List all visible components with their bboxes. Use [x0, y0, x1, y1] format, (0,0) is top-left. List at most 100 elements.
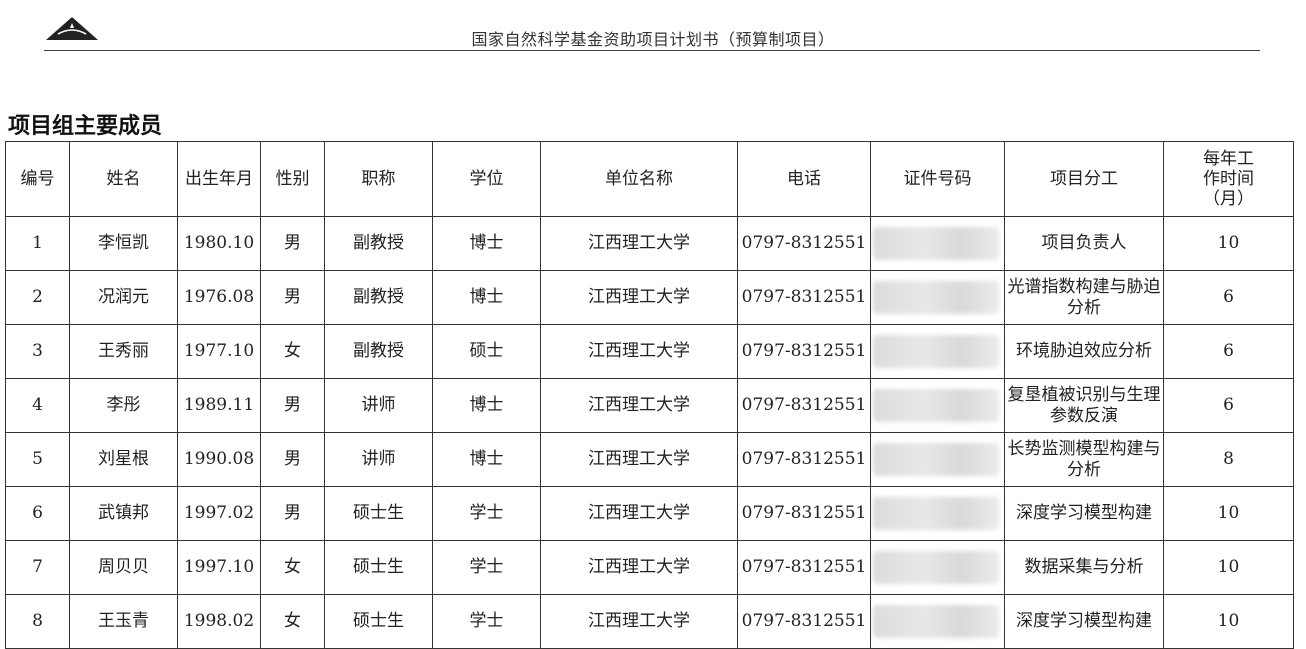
- cell-title: 讲师: [324, 378, 433, 433]
- cell-no: 4: [5, 378, 70, 433]
- header-name: 姓名: [69, 141, 178, 217]
- table-row: 6 武镇邦 1997.02 男 硕士生 学士 江西理工大学 0797-83125…: [5, 486, 1294, 541]
- cell-no: 8: [5, 594, 70, 649]
- cell-phone: 0797-8312551: [737, 270, 871, 325]
- cell-gender: 女: [260, 540, 325, 595]
- cell-unit: 江西理工大学: [540, 594, 738, 649]
- cell-id-redacted: [870, 270, 1005, 325]
- cell-no: 6: [5, 486, 70, 541]
- cell-unit: 江西理工大学: [540, 432, 738, 487]
- cell-no: 2: [5, 270, 70, 325]
- header-duty: 项目分工: [1004, 141, 1164, 217]
- cell-birth: 1980.10: [177, 216, 261, 271]
- table-row: 8 王玉青 1998.02 女 硕士生 学士 江西理工大学 0797-83125…: [5, 594, 1294, 649]
- cell-gender: 男: [260, 216, 325, 271]
- cell-unit: 江西理工大学: [540, 216, 738, 271]
- cell-title: 硕士生: [324, 540, 433, 595]
- cell-phone: 0797-8312551: [737, 378, 871, 433]
- cell-phone: 0797-8312551: [737, 324, 871, 379]
- cell-title: 副教授: [324, 270, 433, 325]
- header-birth: 出生年月: [177, 141, 261, 217]
- cell-duty: 复垦植被识别与生理参数反演: [1004, 378, 1164, 433]
- cell-duty: 数据采集与分析: [1004, 540, 1164, 595]
- cell-unit: 江西理工大学: [540, 486, 738, 541]
- cell-id-redacted: [870, 486, 1005, 541]
- table-row: 7 周贝贝 1997.10 女 硕士生 学士 江西理工大学 0797-83125…: [5, 540, 1294, 595]
- cell-name: 王玉青: [69, 594, 178, 649]
- cell-phone: 0797-8312551: [737, 540, 871, 595]
- cell-months: 8: [1163, 432, 1294, 487]
- cell-degree: 学士: [432, 594, 541, 649]
- redaction-blur: [873, 227, 999, 260]
- cell-no: 5: [5, 432, 70, 487]
- redaction-blur: [873, 443, 999, 476]
- section-title: 项目组主要成员: [8, 114, 163, 139]
- cell-duty: 项目负责人: [1004, 216, 1164, 271]
- cell-gender: 男: [260, 270, 325, 325]
- cell-months: 6: [1163, 378, 1294, 433]
- cell-no: 1: [5, 216, 70, 271]
- cell-phone: 0797-8312551: [737, 486, 871, 541]
- cell-birth: 1976.08: [177, 270, 261, 325]
- cell-name: 王秀丽: [69, 324, 178, 379]
- cell-title: 副教授: [324, 216, 433, 271]
- redaction-blur: [873, 389, 999, 422]
- header-title: 职称: [324, 141, 433, 217]
- cell-unit: 江西理工大学: [540, 378, 738, 433]
- cell-title: 硕士生: [324, 486, 433, 541]
- table-row: 3 王秀丽 1977.10 女 副教授 硕士 江西理工大学 0797-83125…: [5, 324, 1294, 379]
- cell-degree: 博士: [432, 270, 541, 325]
- cell-months: 6: [1163, 324, 1294, 379]
- cell-birth: 1990.08: [177, 432, 261, 487]
- cell-gender: 男: [260, 378, 325, 433]
- cell-birth: 1997.02: [177, 486, 261, 541]
- redaction-blur: [873, 335, 999, 368]
- cell-phone: 0797-8312551: [737, 594, 871, 649]
- members-table: 编号 姓名 出生年月 性别 职称 学位 单位名称 电话 证件号码 项目分工 每年…: [5, 141, 1294, 649]
- redaction-blur: [873, 497, 999, 530]
- cell-id-redacted: [870, 216, 1005, 271]
- cell-name: 李彤: [69, 378, 178, 433]
- cell-name: 李恒凯: [69, 216, 178, 271]
- cell-phone: 0797-8312551: [737, 432, 871, 487]
- cell-degree: 博士: [432, 432, 541, 487]
- header-no: 编号: [5, 141, 70, 217]
- cell-months: 10: [1163, 594, 1294, 649]
- cell-months: 10: [1163, 216, 1294, 271]
- header-months: 每年工作时间（月）: [1163, 141, 1294, 217]
- cell-id-redacted: [870, 378, 1005, 433]
- cell-phone: 0797-8312551: [737, 216, 871, 271]
- cell-duty: 深度学习模型构建: [1004, 486, 1164, 541]
- cell-name: 周贝贝: [69, 540, 178, 595]
- cell-duty: 光谱指数构建与胁迫分析: [1004, 270, 1164, 325]
- cell-months: 10: [1163, 540, 1294, 595]
- cell-id-redacted: [870, 432, 1005, 487]
- cell-id-redacted: [870, 540, 1005, 595]
- cell-months: 6: [1163, 270, 1294, 325]
- header-gender: 性别: [260, 141, 325, 217]
- cell-no: 7: [5, 540, 70, 595]
- cell-unit: 江西理工大学: [540, 270, 738, 325]
- document-header-title: 国家自然科学基金资助项目计划书（预算制项目）: [471, 30, 835, 49]
- cell-gender: 男: [260, 432, 325, 487]
- cell-name: 武镇邦: [69, 486, 178, 541]
- redaction-blur: [873, 605, 999, 638]
- cell-no: 3: [5, 324, 70, 379]
- cell-title: 硕士生: [324, 594, 433, 649]
- header-degree: 学位: [432, 141, 541, 217]
- cell-gender: 女: [260, 324, 325, 379]
- cell-months: 10: [1163, 486, 1294, 541]
- cell-name: 刘星根: [69, 432, 178, 487]
- cell-id-redacted: [870, 594, 1005, 649]
- cell-degree: 硕士: [432, 324, 541, 379]
- table-header-row: 编号 姓名 出生年月 性别 职称 学位 单位名称 电话 证件号码 项目分工 每年…: [5, 141, 1294, 217]
- cell-birth: 1998.02: [177, 594, 261, 649]
- cell-duty: 深度学习模型构建: [1004, 594, 1164, 649]
- cell-title: 讲师: [324, 432, 433, 487]
- cell-degree: 博士: [432, 378, 541, 433]
- table-row: 1 李恒凯 1980.10 男 副教授 博士 江西理工大学 0797-83125…: [5, 216, 1294, 271]
- header-id: 证件号码: [870, 141, 1005, 217]
- header-divider: [44, 50, 1260, 51]
- cell-id-redacted: [870, 324, 1005, 379]
- cell-degree: 博士: [432, 216, 541, 271]
